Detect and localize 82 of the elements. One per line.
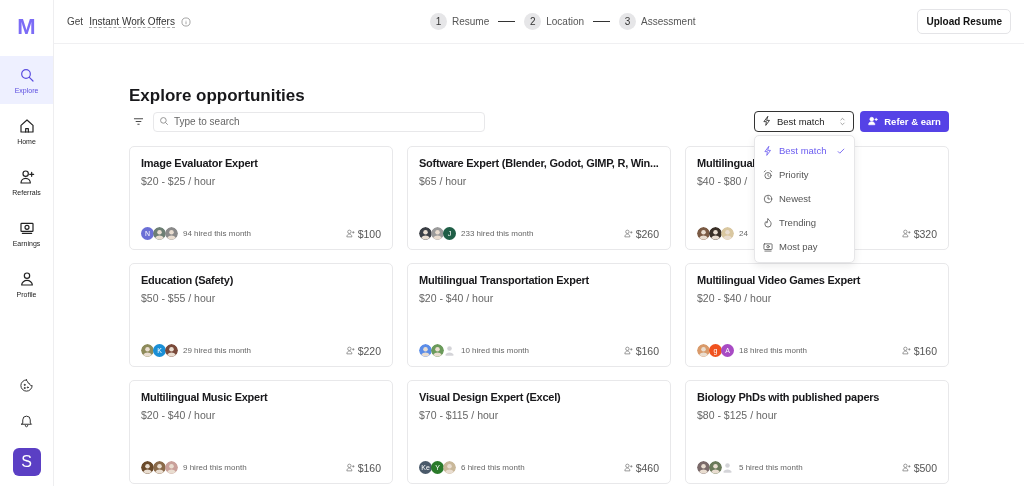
job-title: Visual Design Expert (Excel) xyxy=(419,391,562,403)
hired-count: 24 xyxy=(739,229,748,238)
sort-option[interactable]: Priority xyxy=(755,162,854,187)
job-card[interactable]: Biology PhDs with published papers $80 - $125 / hour 5 hired this month $500 xyxy=(685,380,949,484)
job-title: Multilingual Music Expert xyxy=(141,391,269,403)
alarm-clock-icon xyxy=(763,169,773,180)
add-user-icon xyxy=(623,346,633,355)
user-icon xyxy=(18,270,35,287)
add-user-icon xyxy=(345,346,355,355)
pay-rate: $20 - $40 / hour xyxy=(419,292,494,304)
job-card[interactable]: Multilingual Transportation Expert $20 - $40 / hour 10 hired this month $160 xyxy=(407,263,671,367)
add-user-icon xyxy=(868,116,879,126)
job-title: Education (Safety) xyxy=(141,274,235,286)
clock-icon xyxy=(763,193,773,204)
step-number: 3 xyxy=(619,13,637,30)
sort-option[interactable]: Newest xyxy=(755,186,854,211)
hired-count: 9 hired this month xyxy=(183,463,247,472)
home-icon xyxy=(18,117,35,134)
pay-rate: $65 / hour xyxy=(419,175,467,187)
referral-bonus: $320 xyxy=(913,227,937,240)
logo: M xyxy=(16,13,37,41)
step-label: Location xyxy=(546,16,585,27)
hired-count: 5 hired this month xyxy=(739,463,803,472)
bell-icon[interactable] xyxy=(19,413,34,428)
lightning-icon xyxy=(763,145,773,156)
hired-count: 10 hired this month xyxy=(461,346,530,355)
banknote-icon xyxy=(763,241,773,252)
referral-bonus: $460 xyxy=(635,461,659,474)
refer-and-earn-button[interactable]: Refer & earn xyxy=(860,110,949,132)
add-user-icon xyxy=(623,463,633,472)
add-user-icon xyxy=(345,463,355,472)
offer-prefix: Get xyxy=(67,16,84,27)
job-title: Image Evaluator Expert xyxy=(141,157,259,169)
pay-rate: $50 - $55 / hour xyxy=(141,292,216,304)
job-title: Biology PhDs with published papers xyxy=(697,391,881,403)
upload-resume-button[interactable]: Upload Resume xyxy=(917,9,1011,34)
referral-bonus: $160 xyxy=(635,344,659,357)
job-title: Software Expert (Blender, Godot, GIMP, R, Win... xyxy=(419,157,659,169)
step-label: Resume xyxy=(452,16,490,27)
search-field[interactable]: Type to search xyxy=(153,111,485,132)
step-number: 2 xyxy=(524,13,542,30)
referral-bonus: $500 xyxy=(913,461,937,474)
hired-count: 29 hired this month xyxy=(183,346,252,355)
search-icon xyxy=(18,66,35,83)
sort-dropdown[interactable]: Best match xyxy=(754,110,854,132)
page-title: Explore opportunities xyxy=(129,86,306,107)
step-number: 1 xyxy=(430,13,447,30)
pay-rate: $20 - $40 / hour xyxy=(697,292,772,304)
hired-count: 233 hired this month xyxy=(461,229,534,238)
pay-rate: $80 - $125 / hour xyxy=(697,409,777,421)
user-avatar[interactable]: S xyxy=(12,448,41,476)
referral-bonus: $100 xyxy=(357,227,381,240)
add-user-icon xyxy=(345,229,355,238)
filter-icon[interactable] xyxy=(133,115,144,127)
job-title: Multilingual Video Games Expert xyxy=(697,274,862,286)
pay-rate: $20 - $40 / hour xyxy=(141,409,216,421)
lightning-icon xyxy=(762,116,772,126)
add-user-icon xyxy=(901,346,911,355)
offer-link[interactable]: Instant Work Offers xyxy=(89,15,175,28)
hired-count: 94 hired this month xyxy=(183,229,252,238)
hired-count: 6 hired this month xyxy=(461,463,525,472)
job-title: Multilingual Transportation Expert xyxy=(419,274,590,286)
chevron-icon xyxy=(839,116,846,126)
referral-bonus: $260 xyxy=(635,227,659,240)
pay-rate: $70 - $115 / hour xyxy=(419,409,499,421)
referral-bonus: $160 xyxy=(913,344,937,357)
referral-bonus: $160 xyxy=(357,461,381,474)
sort-option[interactable]: Trending xyxy=(755,210,854,235)
search-icon xyxy=(159,116,169,126)
cookie-icon[interactable] xyxy=(19,378,34,393)
flame-icon xyxy=(763,217,773,228)
referral-bonus: $220 xyxy=(357,344,381,357)
add-user-icon xyxy=(623,229,633,238)
add-user-icon xyxy=(901,463,911,472)
pay-rate: $20 - $25 / hour xyxy=(141,175,216,187)
job-card[interactable]: Multilingual Music Expert $20 - $40 / hour 9 hired this month $160 xyxy=(129,380,393,484)
add-user-icon xyxy=(901,229,911,238)
hired-count: 18 hired this month xyxy=(739,346,808,355)
step-label: Assessment xyxy=(641,16,696,27)
pay-rate: $40 - $80 / xyxy=(697,175,748,187)
job-title: Multilingual xyxy=(697,157,757,169)
add-user-icon xyxy=(18,168,35,185)
